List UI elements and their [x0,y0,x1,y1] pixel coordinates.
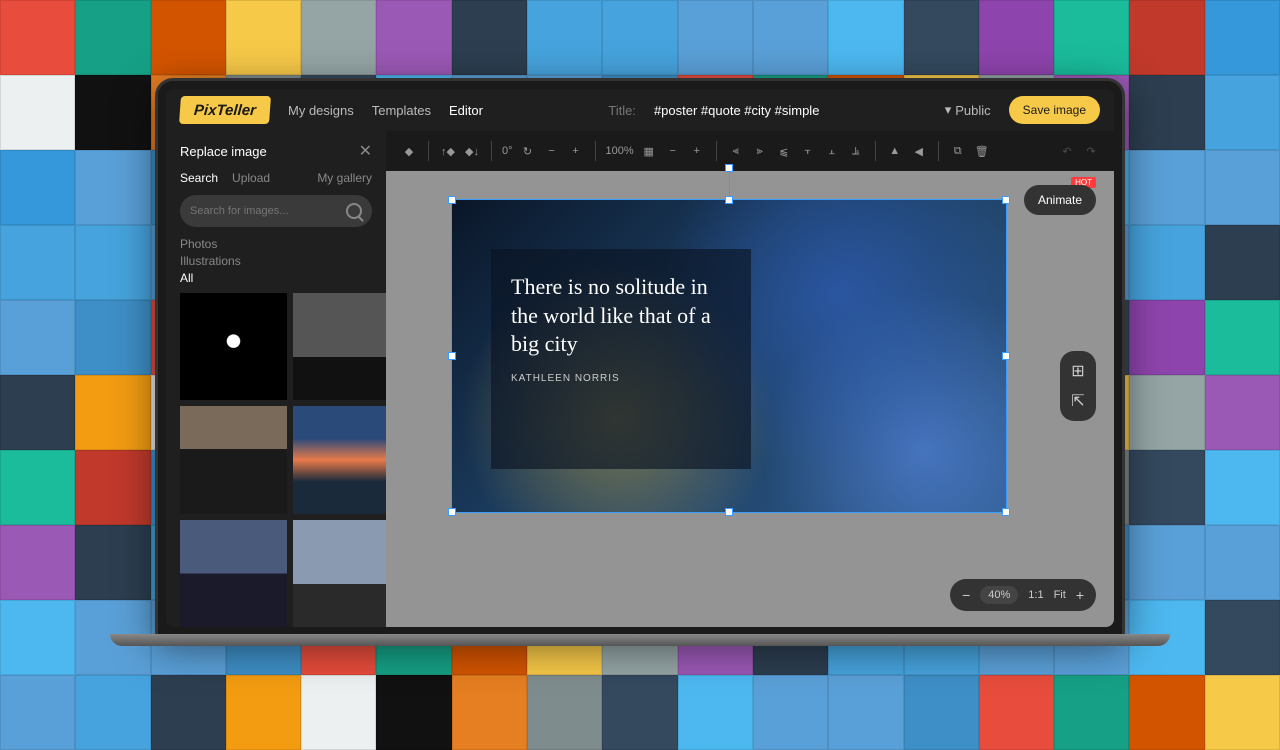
redo-icon[interactable]: ↷ [1082,142,1100,160]
image-thumbnail[interactable] [293,293,386,400]
align-bottom-icon[interactable]: ⫡ [847,142,865,160]
cat-illustrations[interactable]: Illustrations [180,254,372,268]
zoom-in-button[interactable]: + [1076,587,1084,603]
nav-editor[interactable]: Editor [449,103,483,118]
opacity-minus-icon[interactable]: − [664,142,682,160]
zoom-fit[interactable]: Fit [1054,589,1066,601]
shape-icon[interactable]: ◆ [400,142,418,160]
tab-upload[interactable]: Upload [232,171,270,185]
image-thumbnail[interactable] [293,520,386,627]
search-icon[interactable] [346,203,362,219]
image-thumbnail[interactable] [180,520,287,627]
logo: PixTeller [179,96,271,124]
side-tools: ⊞ ⇱ [1060,351,1096,421]
title-label: Title: [608,103,636,118]
quote-text[interactable]: There is no solitude in the world like t… [511,273,731,359]
opacity-value[interactable]: 100% [606,145,634,157]
cat-photos[interactable]: Photos [180,237,372,251]
image-thumbnail[interactable] [293,406,386,513]
delete-icon[interactable]: 🗑 [973,142,991,160]
zoom-1to1[interactable]: 1:1 [1028,589,1043,601]
align-middle-icon[interactable]: ⫠ [823,142,841,160]
plus-icon[interactable]: + [567,142,585,160]
align-top-icon[interactable]: ⫟ [799,142,817,160]
export-icon[interactable]: ⇱ [1068,391,1088,411]
image-thumbnail[interactable] [180,293,287,400]
quote-author[interactable]: KATHLEEN NORRIS [511,373,731,384]
edit-toolbar: ◆ ↑◆ ◆↓ 0° ↻ − + 100% ▦ − + ⫷ ⫸ ⫹ ⫟ ⫠ [386,131,1114,171]
chevron-down-icon: ▾ [945,102,952,118]
duplicate-icon[interactable]: ⧉ [949,142,967,160]
flip-h-icon[interactable]: ▲ [886,142,904,160]
add-element-icon[interactable]: ⊞ [1068,361,1088,381]
animate-button[interactable]: Animate [1024,185,1096,215]
align-right-icon[interactable]: ⫹ [775,142,793,160]
nav-my-designs[interactable]: My designs [288,103,354,118]
layer-up-icon[interactable]: ↑◆ [439,142,457,160]
layer-down-icon[interactable]: ◆↓ [463,142,481,160]
sidebar: Replace image ✕ Search Upload My gallery… [166,131,386,627]
zoom-controls: − 40% 1:1 Fit + [950,579,1096,611]
rotation-value[interactable]: 0° [502,145,513,157]
cat-all[interactable]: All [180,271,372,285]
quote-overlay[interactable]: There is no solitude in the world like t… [491,249,751,469]
search-field[interactable] [180,195,372,227]
tab-gallery[interactable]: My gallery [317,171,372,185]
canvas-area: ◆ ↑◆ ◆↓ 0° ↻ − + 100% ▦ − + ⫷ ⫸ ⫹ ⫟ ⫠ [386,131,1114,627]
zoom-value[interactable]: 40% [980,586,1018,604]
close-icon[interactable]: ✕ [359,141,372,161]
transparency-icon[interactable]: ▦ [640,142,658,160]
align-center-icon[interactable]: ⫸ [751,142,769,160]
tab-search[interactable]: Search [180,171,218,185]
minus-icon[interactable]: − [543,142,561,160]
search-input[interactable] [190,205,338,217]
title-text[interactable]: #poster #quote #city #simple [654,103,819,118]
panel-title: Replace image [180,144,267,159]
save-button[interactable]: Save image [1009,96,1100,124]
align-left-icon[interactable]: ⫷ [727,142,745,160]
visibility-toggle[interactable]: ▾ Public [945,102,991,118]
nav-templates[interactable]: Templates [372,103,431,118]
undo-icon[interactable]: ↶ [1058,142,1076,160]
opacity-plus-icon[interactable]: + [688,142,706,160]
zoom-out-button[interactable]: − [962,587,970,603]
rotate-icon[interactable]: ↻ [519,142,537,160]
design-canvas[interactable]: There is no solitude in the world like t… [451,199,1007,513]
flip-v-icon[interactable]: ◀ [910,142,928,160]
top-nav: PixTeller My designs Templates Editor Ti… [166,89,1114,131]
image-thumbnail[interactable] [180,406,287,513]
